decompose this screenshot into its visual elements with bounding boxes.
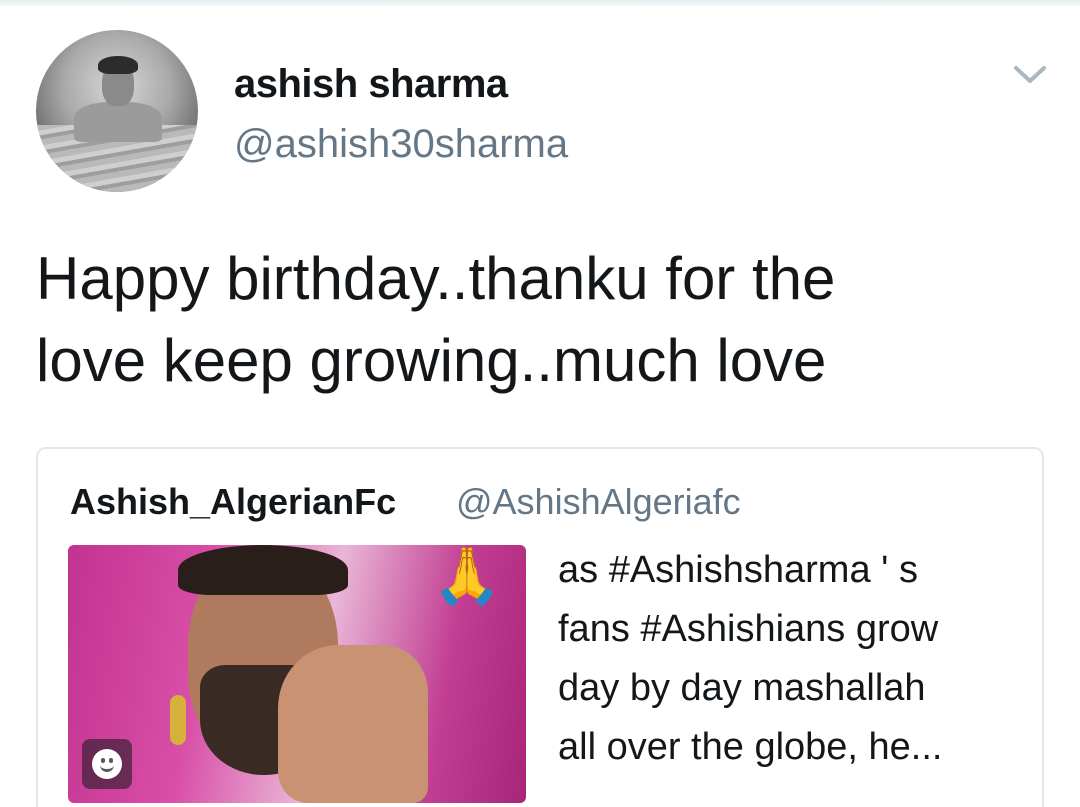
tweet-text-line: Happy birthday..thanku for the (36, 245, 836, 312)
author-display-name[interactable]: ashish sharma (234, 62, 508, 107)
top-divider (0, 0, 1080, 6)
smiley-icon (92, 749, 122, 779)
media-earring-left (170, 695, 186, 745)
author-handle[interactable]: @ashish30sharma (234, 122, 568, 167)
quoted-text-line: as #Ashishsharma ' s (558, 549, 918, 591)
tweet-text-line: love keep growing..much love (36, 327, 827, 394)
quoted-text-line: all over the globe, he... (558, 726, 943, 768)
chevron-down-icon[interactable] (1012, 60, 1048, 88)
quoted-text-line: day by day mashallah (558, 667, 926, 709)
quoted-text-line: fans #Ashishians grow (558, 608, 939, 650)
quoted-author-handle: @AshishAlgeriafc (456, 481, 741, 522)
quoted-author-display-name: Ashish_AlgerianFc (70, 481, 397, 522)
avatar-shoulders (74, 102, 162, 142)
media-hand (278, 645, 428, 803)
tweet-text: Happy birthday..thanku for the love keep… (36, 238, 1046, 402)
tweet-view: ashish sharma @ashish30sharma Happy birt… (0, 0, 1080, 807)
smiley-mouth (100, 764, 114, 772)
avatar-hair (98, 56, 138, 74)
praying-hands-icon: 🙏 (432, 545, 502, 609)
media-hair (178, 545, 348, 595)
quoted-tweet-media[interactable]: 🙏 (68, 545, 526, 803)
avatar[interactable] (36, 30, 198, 192)
quoted-tweet-text: as #Ashishsharma ' s fans #Ashishians gr… (558, 541, 1028, 777)
media-person (148, 545, 428, 803)
smiley-badge-button[interactable] (82, 739, 132, 789)
quoted-tweet-card[interactable]: Ashish_AlgerianFc @AshishAlgeriafc 🙏 as … (36, 447, 1044, 807)
